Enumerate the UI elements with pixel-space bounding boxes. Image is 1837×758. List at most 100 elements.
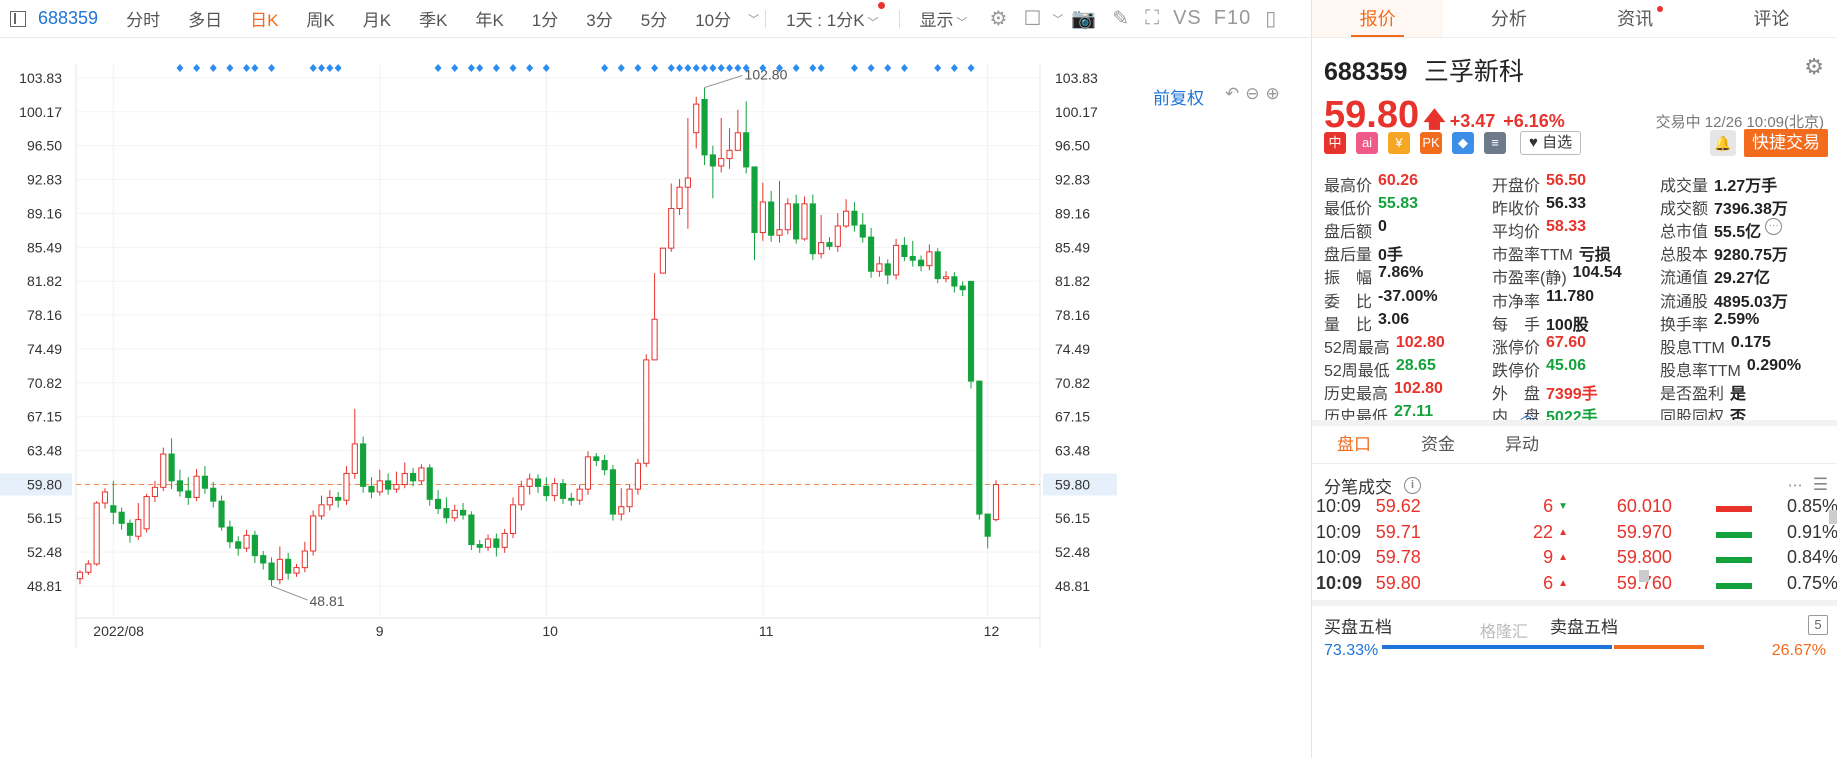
- scrollbar-thumb[interactable]: [1639, 570, 1649, 582]
- tag-icon[interactable]: ◆: [1452, 132, 1474, 154]
- depth-select[interactable]: 5: [1808, 615, 1828, 635]
- period-tab[interactable]: 月K: [363, 6, 391, 31]
- quote-label: 52周最高: [1324, 339, 1390, 357]
- zoom-in-icon[interactable]: ⊕: [1266, 84, 1280, 103]
- info-icon[interactable]: i: [1404, 476, 1421, 494]
- period-tab[interactable]: 季K: [419, 6, 447, 31]
- period-tab[interactable]: 5分: [641, 6, 667, 31]
- period-tab[interactable]: 多日: [188, 6, 222, 31]
- period-tab[interactable]: 3分: [586, 6, 612, 31]
- tab-analysis[interactable]: 分析: [1443, 0, 1574, 37]
- kline-svg[interactable]: 103.83 103.83 100.17 100.17 96.50 96.50 92.83 9…: [0, 38, 1310, 758]
- candle: [668, 183, 675, 252]
- more-icon[interactable]: ···: [1765, 217, 1783, 235]
- candle-body: [443, 508, 450, 519]
- candle: [751, 166, 758, 261]
- gear-icon[interactable]: ⚙: [1804, 54, 1824, 80]
- coin-icon[interactable]: ¥: [1388, 132, 1410, 154]
- list-icon[interactable]: ≡: [1484, 132, 1506, 154]
- color-square-icon[interactable]: ☐: [1023, 6, 1041, 31]
- event-diamond-icon: [601, 64, 609, 72]
- multi-period-select[interactable]: 1天 : 1分K ﹀: [786, 2, 885, 31]
- period-tab[interactable]: 10分: [695, 6, 731, 31]
- level-bar: [1716, 522, 1778, 543]
- quick-trade-button[interactable]: 快捷交易: [1744, 129, 1828, 157]
- quote-cell: 开盘价 56.50: [1492, 172, 1660, 196]
- x-tick-label: 2022/08: [93, 623, 144, 639]
- y-tick-label-right: 74.49: [1055, 341, 1090, 357]
- candle: [168, 438, 175, 490]
- period-tab[interactable]: 年K: [475, 6, 503, 31]
- ai-icon[interactable]: ai: [1356, 132, 1378, 154]
- candle-body: [76, 571, 84, 580]
- candle-body: [285, 558, 292, 574]
- china-flag-icon[interactable]: 中: [1324, 132, 1346, 154]
- candle: [768, 190, 775, 242]
- candle: [876, 256, 883, 277]
- candle: [951, 272, 958, 293]
- tab-capital[interactable]: 资金: [1396, 426, 1480, 463]
- list-icon[interactable]: ☰: [1813, 475, 1828, 495]
- fullscreen-icon[interactable]: ⛶: [1145, 7, 1159, 30]
- camera-icon[interactable]: 📷: [1071, 6, 1096, 31]
- pk-icon[interactable]: PK: [1420, 132, 1442, 154]
- quote-label: 52周最低: [1324, 363, 1390, 381]
- candle: [126, 519, 134, 543]
- quote-value: 102.80: [1394, 380, 1443, 398]
- f10-button[interactable]: F10: [1214, 7, 1251, 30]
- add-watchlist-button[interactable]: ♥ 自选: [1520, 131, 1582, 155]
- candle: [859, 213, 866, 243]
- period-tab[interactable]: 周K: [306, 6, 334, 31]
- candle-body: [684, 177, 691, 188]
- tab-news[interactable]: 资讯: [1575, 0, 1706, 37]
- event-diamond-icon: [684, 64, 692, 72]
- panel-toggle-icon[interactable]: ▯: [1265, 6, 1276, 31]
- scrollbar-thumb[interactable]: [1829, 510, 1837, 524]
- stock-name: 三孚新科: [1423, 58, 1524, 86]
- candle-body: [135, 519, 142, 537]
- event-diamond-icon: [867, 64, 875, 72]
- event-diamond-icon: [717, 64, 725, 72]
- quote-row: 盘后额 0 平均价 58.33 总市值 55.5亿 ···: [1324, 217, 1834, 241]
- quote-value: 0手: [1378, 247, 1403, 265]
- adjust-mode-button[interactable]: 前复权: [1153, 84, 1204, 109]
- candle: [459, 502, 467, 520]
- candle-body: [218, 500, 225, 528]
- candle: [509, 497, 517, 539]
- candle-body: [876, 263, 883, 272]
- tick-table: 10:09 59.62 6 ▼ 60.010 0.85% 10:09 59.71 22 ▲ 59.9…: [1312, 494, 1837, 596]
- bell-icon[interactable]: 🔔: [1710, 130, 1736, 156]
- candle: [76, 570, 84, 585]
- tab-alerts[interactable]: 异动: [1480, 426, 1564, 463]
- event-diamond-icon: [884, 64, 892, 72]
- period-tab[interactable]: 1分: [532, 6, 558, 31]
- pencil-icon[interactable]: ✎: [1112, 6, 1129, 31]
- stock-code-link[interactable]: 688359: [38, 8, 98, 29]
- y-tick-label-right: 89.16: [1055, 205, 1090, 221]
- zoom-out-icon[interactable]: ⊖: [1245, 84, 1259, 103]
- chevron-down-icon[interactable]: ﹀: [748, 11, 759, 27]
- candle: [809, 194, 816, 261]
- candle-body: [801, 203, 808, 240]
- candle-body: [110, 505, 117, 513]
- buy-ratio-bar: [1382, 645, 1612, 649]
- tab-quote[interactable]: 报价: [1312, 0, 1444, 37]
- tab-comments[interactable]: 评论: [1706, 0, 1837, 37]
- display-menu[interactable]: 显示 ﹀: [920, 6, 968, 31]
- chevron-down-icon[interactable]: ﹀: [1052, 11, 1063, 27]
- vs-compare-button[interactable]: VS: [1173, 7, 1202, 30]
- tab-orderbook[interactable]: 盘口: [1312, 426, 1396, 463]
- gear-icon[interactable]: ⚙: [990, 6, 1008, 31]
- kline-chart[interactable]: 103.83 103.83 100.17 100.17 96.50 96.50 92.83 9…: [0, 38, 1310, 758]
- candle-body: [260, 555, 267, 564]
- tick-volume: 6: [1543, 572, 1554, 593]
- candle: [160, 447, 167, 491]
- period-tab-active[interactable]: 日K: [250, 6, 278, 31]
- event-diamond-icon: [317, 64, 325, 72]
- undo-icon[interactable]: ↶: [1225, 84, 1239, 103]
- sidebar-toggle-icon[interactable]: [10, 10, 26, 27]
- stock-code: 688359: [1324, 58, 1408, 86]
- period-tab[interactable]: 分时: [126, 6, 160, 31]
- candle-body: [992, 484, 1000, 521]
- more-icon[interactable]: ⋯: [1788, 476, 1803, 494]
